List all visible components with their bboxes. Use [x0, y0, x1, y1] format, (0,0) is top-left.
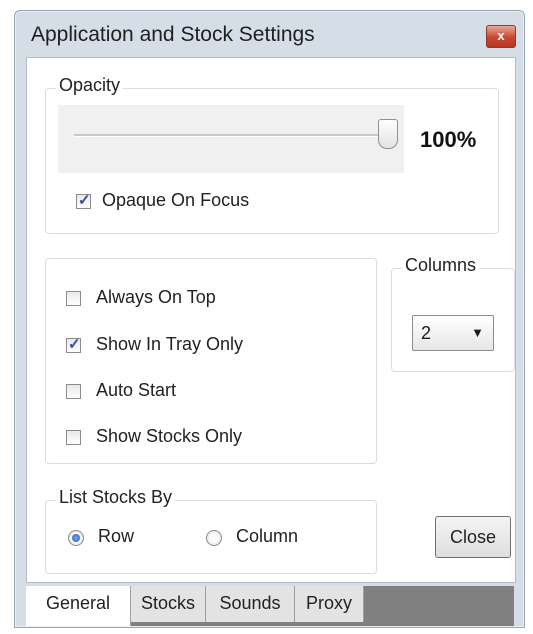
close-icon: x — [497, 28, 505, 43]
opaque-on-focus-checkbox[interactable] — [76, 191, 91, 209]
columns-group: Columns 2 ▼ — [391, 255, 515, 372]
show-in-tray-only-label[interactable]: Show In Tray Only — [96, 334, 243, 355]
list-stocks-by-group: List Stocks By Row Column — [45, 487, 377, 574]
settings-panel: Opacity 100% Opaque On Focus Always On T… — [26, 57, 516, 583]
columns-legend: Columns — [402, 255, 480, 276]
tab-sounds[interactable]: Sounds — [206, 586, 295, 622]
always-on-top-checkbox[interactable] — [66, 291, 81, 306]
opaque-on-focus-label[interactable]: Opaque On Focus — [102, 190, 249, 211]
opacity-slider[interactable] — [58, 105, 404, 173]
options-group: Always On Top Show In Tray Only Auto Sta… — [45, 258, 377, 464]
column-radio[interactable] — [206, 530, 222, 546]
show-stocks-only-label[interactable]: Show Stocks Only — [96, 426, 242, 447]
columns-selected-value: 2 — [421, 323, 432, 343]
window-title: Application and Stock Settings — [31, 23, 315, 46]
tab-proxy[interactable]: Proxy — [295, 586, 364, 622]
slider-thumb[interactable] — [378, 119, 398, 149]
auto-start-label[interactable]: Auto Start — [96, 380, 176, 401]
chevron-down-icon: ▼ — [471, 325, 484, 340]
opacity-legend: Opacity — [56, 75, 124, 96]
tab-stocks[interactable]: Stocks — [131, 586, 206, 622]
always-on-top-label[interactable]: Always On Top — [96, 287, 216, 308]
close-button[interactable]: Close — [435, 516, 511, 558]
slider-track — [74, 134, 396, 137]
tab-strip: General Stocks Sounds Proxy — [26, 586, 514, 626]
close-window-button[interactable]: x — [486, 25, 516, 48]
row-radio[interactable] — [68, 530, 84, 546]
tab-general[interactable]: General — [26, 586, 131, 626]
auto-start-checkbox[interactable] — [66, 384, 81, 399]
settings-window: Application and Stock Settings x Opacity… — [14, 10, 525, 628]
opacity-value: 100% — [420, 127, 477, 152]
opacity-group: Opacity 100% Opaque On Focus — [45, 75, 499, 234]
show-stocks-only-checkbox[interactable] — [66, 430, 81, 445]
show-in-tray-only-checkbox[interactable] — [66, 335, 81, 353]
columns-dropdown[interactable]: 2 ▼ — [412, 315, 494, 351]
row-radio-label[interactable]: Row — [98, 526, 134, 547]
column-radio-label[interactable]: Column — [236, 526, 298, 547]
list-stocks-by-legend: List Stocks By — [56, 487, 176, 508]
